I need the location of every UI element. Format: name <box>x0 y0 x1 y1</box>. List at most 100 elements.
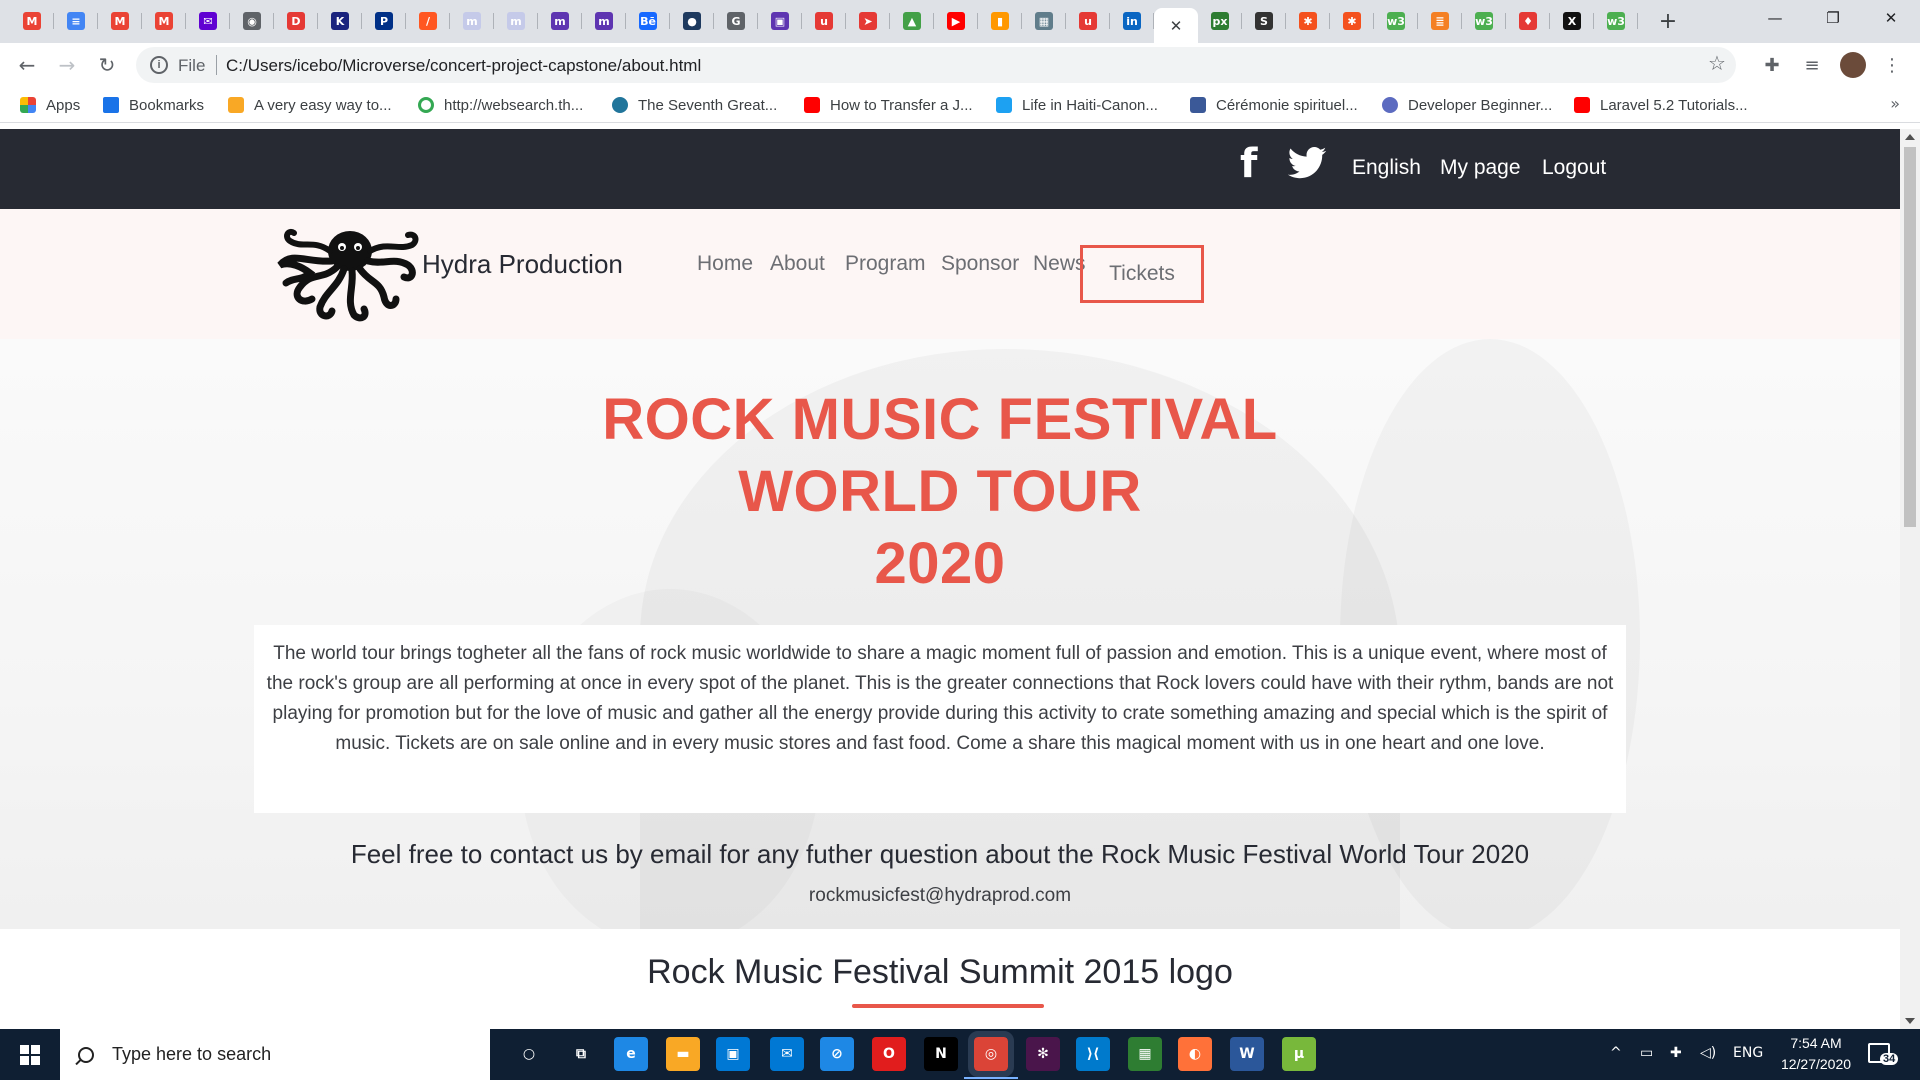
browser-tab[interactable]: u <box>1066 8 1110 34</box>
close-icon[interactable]: ✕ <box>1167 17 1185 35</box>
browser-tab[interactable]: in <box>1110 8 1154 34</box>
info-icon[interactable]: i <box>150 56 168 74</box>
menu-kebab-icon[interactable]: ⋮ <box>1880 53 1904 77</box>
browser-tab[interactable]: X <box>1550 8 1594 34</box>
browser-tab[interactable]: ● <box>670 8 714 34</box>
browser-tab[interactable]: D <box>274 8 318 34</box>
browser-tab[interactable]: ➤ <box>846 8 890 34</box>
browser-tab[interactable]: M <box>98 8 142 34</box>
utorrent-icon[interactable]: μ <box>1282 1037 1316 1071</box>
twitter-icon[interactable] <box>1287 147 1327 183</box>
minimize-button[interactable]: — <box>1752 0 1798 36</box>
browser-tab[interactable]: ▮ <box>978 8 1022 34</box>
brand-name[interactable]: Hydra Production <box>422 249 623 280</box>
bookmark-item[interactable]: Laravel 5.2 Tutorials... <box>1574 94 1748 116</box>
browser-tab[interactable]: w3 <box>1594 8 1638 34</box>
nav-home-link[interactable]: Home <box>697 252 753 276</box>
start-button[interactable] <box>0 1029 60 1080</box>
bookmark-item[interactable]: Life in Haiti-Canon... <box>996 94 1158 116</box>
bookmark-item[interactable]: How to Transfer a J... <box>804 94 973 116</box>
browser-tab[interactable]: ◉ <box>230 8 274 34</box>
browser-tab[interactable]: K <box>318 8 362 34</box>
page-scrollbar[interactable] <box>1900 129 1920 1029</box>
file-explorer-icon[interactable]: ▬ <box>666 1037 700 1071</box>
browser-tab[interactable]: ♦ <box>1506 8 1550 34</box>
bookmark-item[interactable]: Bookmarks <box>103 94 204 116</box>
bookmark-item[interactable]: http://websearch.th... <box>418 94 583 116</box>
browser-tab[interactable]: m <box>538 8 582 34</box>
network-icon[interactable]: ✚ <box>1670 1045 1682 1061</box>
safari-icon[interactable]: ⊘ <box>820 1037 854 1071</box>
browser-tab[interactable]: M <box>142 8 186 34</box>
forward-icon[interactable]: → <box>53 51 81 79</box>
browser-tab[interactable]: m <box>494 8 538 34</box>
nav-news-link[interactable]: News <box>1033 252 1086 276</box>
bookmarks-overflow-icon[interactable]: » <box>1890 94 1900 113</box>
opera-icon[interactable]: O <box>872 1037 906 1071</box>
browser-tab[interactable]: / <box>406 8 450 34</box>
window-close-button[interactable]: ✕ <box>1868 0 1914 36</box>
browser-tab[interactable]: Bē <box>626 8 670 34</box>
profile-avatar[interactable] <box>1840 52 1866 78</box>
media-control-icon[interactable]: ≡ <box>1800 53 1824 77</box>
browser-tab[interactable]: m <box>450 8 494 34</box>
browser-tab[interactable]: ▶ <box>934 8 978 34</box>
photo-icon[interactable]: ▦ <box>1128 1037 1162 1071</box>
browser-tab[interactable]: w3 <box>1374 8 1418 34</box>
reload-icon[interactable]: ↻ <box>93 51 121 79</box>
browser-tab[interactable]: ▲ <box>890 8 934 34</box>
nav-program-link[interactable]: Program <box>845 252 926 276</box>
cortana-icon[interactable]: ○ <box>512 1037 546 1071</box>
browser-tab[interactable]: M <box>10 8 54 34</box>
nav-sponsor-link[interactable]: Sponsor <box>941 252 1019 276</box>
browser-tab[interactable]: ✱ <box>1286 8 1330 34</box>
store-icon[interactable]: ▣ <box>716 1037 750 1071</box>
browser-tab[interactable]: m <box>582 8 626 34</box>
back-icon[interactable]: ← <box>13 51 41 79</box>
address-bar[interactable]: i File C:/Users/icebo/Microverse/concert… <box>136 47 1736 83</box>
contact-email[interactable]: rockmusicfest@hydraprod.com <box>0 885 1880 907</box>
extensions-icon[interactable]: ✚ <box>1760 53 1784 77</box>
my-page-link[interactable]: My page <box>1440 156 1521 180</box>
bookmark-item[interactable]: Cérémonie spirituel... <box>1190 94 1358 116</box>
scroll-down-arrow-icon[interactable] <box>1905 1018 1915 1024</box>
new-tab-button[interactable]: + <box>1654 8 1682 34</box>
system-clock[interactable]: 7:54 AM 12/27/2020 <box>1768 1033 1864 1075</box>
bookmark-item[interactable]: The Seventh Great... <box>612 94 777 116</box>
slack-icon[interactable]: ✻ <box>1026 1037 1060 1071</box>
maximize-button[interactable]: ❐ <box>1810 0 1856 36</box>
browser-tab[interactable]: ✕ <box>1154 8 1198 43</box>
facebook-icon[interactable]: f <box>1240 141 1257 187</box>
meet-now-icon[interactable]: ▭ <box>1640 1045 1653 1061</box>
volume-icon[interactable]: ◁) <box>1700 1045 1716 1061</box>
word-icon[interactable]: W <box>1230 1037 1264 1071</box>
taskbar-search-box[interactable]: Type here to search <box>60 1029 490 1080</box>
bookmark-item[interactable]: Developer Beginner... <box>1382 94 1552 116</box>
browser-tab[interactable]: ▣ <box>758 8 802 34</box>
bookmark-item[interactable]: Apps <box>20 94 80 116</box>
scrollbar-thumb[interactable] <box>1904 147 1916 527</box>
language-link[interactable]: English <box>1352 156 1421 180</box>
mail-icon[interactable]: ✉ <box>770 1037 804 1071</box>
task-view-icon[interactable]: ⧉ <box>564 1037 598 1071</box>
browser-tab[interactable]: u <box>802 8 846 34</box>
browser-tab[interactable]: ✱ <box>1330 8 1374 34</box>
edge-icon[interactable]: e <box>614 1037 648 1071</box>
tickets-button[interactable]: Tickets <box>1080 245 1204 303</box>
browser-tab[interactable]: S <box>1242 8 1286 34</box>
address-url[interactable]: C:/Users/icebo/Microverse/concert-projec… <box>226 56 701 76</box>
firefox-icon[interactable]: ◐ <box>1178 1037 1212 1071</box>
browser-tab[interactable]: ≣ <box>1418 8 1462 34</box>
language-indicator[interactable]: ENG <box>1733 1045 1763 1061</box>
scroll-up-arrow-icon[interactable] <box>1905 134 1915 140</box>
netflix-icon[interactable]: N <box>924 1037 958 1071</box>
bookmark-star-icon[interactable]: ☆ <box>1708 51 1726 75</box>
vscode-icon[interactable]: ⟩⟨ <box>1076 1037 1110 1071</box>
tray-overflow-icon[interactable]: ^ <box>1610 1045 1622 1061</box>
chrome-icon[interactable]: ◎ <box>964 1031 1018 1079</box>
octopus-logo-icon[interactable] <box>272 221 422 323</box>
browser-tab[interactable]: ▦ <box>1022 8 1066 34</box>
browser-tab[interactable]: G <box>714 8 758 34</box>
browser-tab[interactable]: ✉ <box>186 8 230 34</box>
browser-tab[interactable]: px <box>1198 8 1242 34</box>
